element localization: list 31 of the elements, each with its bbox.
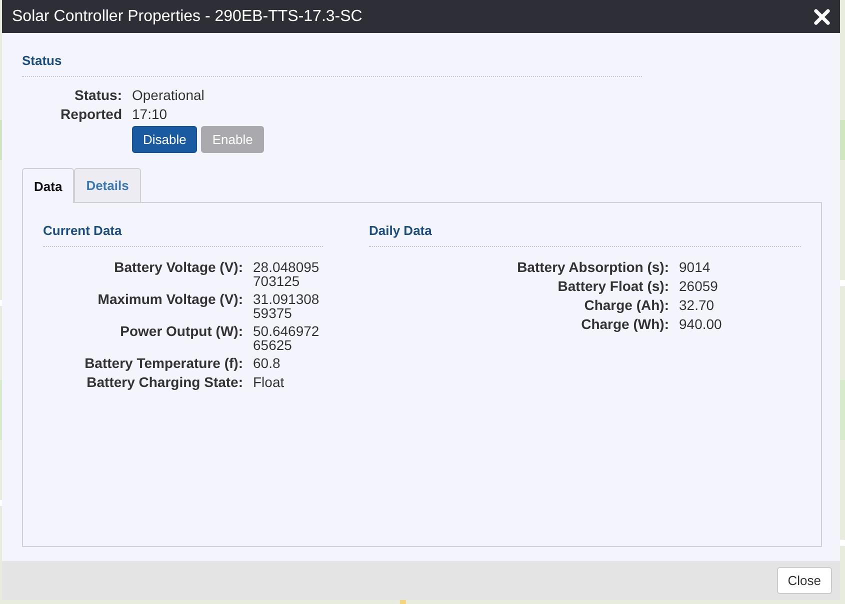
field-label: Battery Charging State: — [86, 374, 243, 390]
field-label: Charge (Wh): — [580, 316, 669, 332]
field-value: 32.70 — [679, 297, 716, 312]
window-title: Solar Controller Properties - 290EB-TTS-17.3-SC — [12, 8, 362, 26]
tab[interactable]: Details — [74, 168, 141, 202]
field-value: 17:10 — [132, 106, 168, 121]
field-label: Reported — [60, 106, 122, 122]
close-button[interactable]: Close — [776, 567, 832, 594]
field-value: 60.8 — [253, 355, 282, 370]
field-label: Maximum Voltage (V): — [96, 291, 243, 307]
field-label: Battery Voltage (V): — [113, 259, 243, 275]
field-label: Battery Temperature (f): — [84, 355, 243, 371]
section-heading: Current Data — [43, 223, 123, 238]
field-value: 28.048095703125 — [253, 259, 320, 288]
field-value: 31.09130859375 — [253, 291, 320, 320]
field-value: Float — [253, 374, 286, 389]
field-value: 9014 — [679, 259, 712, 274]
field-value: 50.64697265625 — [253, 323, 320, 352]
field-value: Operational — [132, 87, 206, 102]
close-icon[interactable] — [814, 8, 830, 24]
field-label: Battery Float (s): — [556, 278, 669, 294]
field-label: Charge (Ah): — [583, 297, 669, 313]
section-heading: Status — [22, 53, 63, 68]
field-value: 26059 — [679, 278, 719, 293]
section-heading: Daily Data — [369, 223, 433, 238]
field-label: Power Output (W): — [119, 323, 243, 339]
tab[interactable]: Data — [22, 168, 74, 203]
field-value: 940.00 — [679, 316, 723, 331]
disable-button[interactable]: Disable — [132, 126, 198, 153]
field-label: Battery Absorption (s): — [516, 259, 669, 275]
field-label: Status: — [74, 87, 122, 103]
